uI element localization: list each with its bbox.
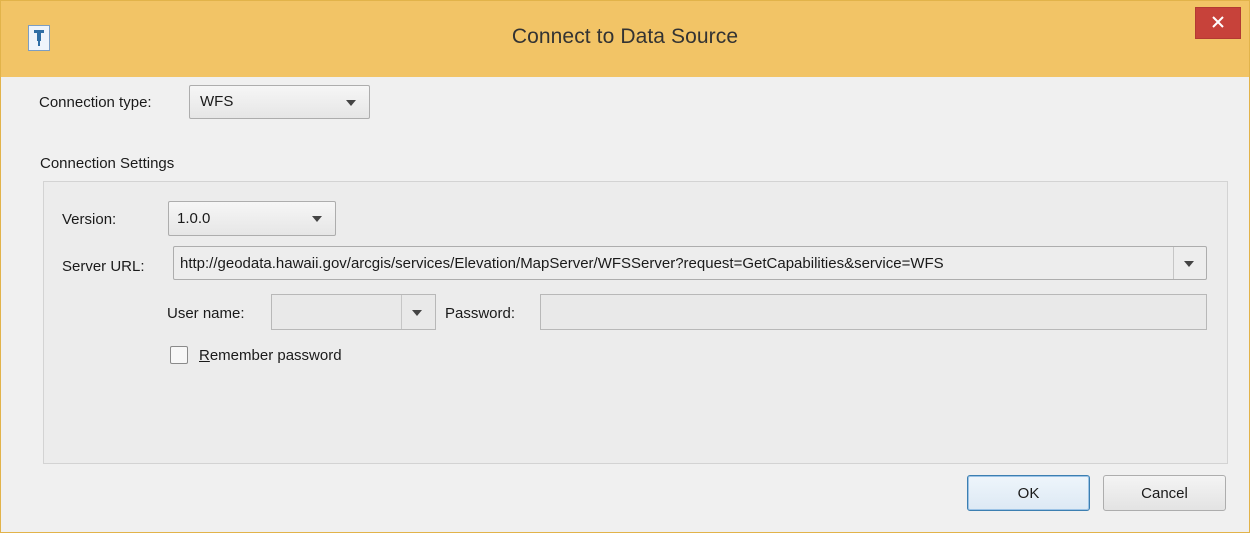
- password-field[interactable]: [540, 294, 1207, 330]
- connection-settings-group: Version: 1.0.0 Server URL: http://geodat…: [43, 181, 1228, 464]
- username-label: User name:: [167, 305, 245, 322]
- combo-divider: [1173, 247, 1174, 279]
- connection-settings-title: Connection Settings: [40, 155, 175, 172]
- dialog-window: Connect to Data Source Connection type: …: [0, 0, 1250, 533]
- dialog-title: Connect to Data Source: [511, 25, 739, 48]
- combo-divider: [401, 295, 402, 329]
- cancel-button-label: Cancel: [1141, 484, 1188, 502]
- remember-password-mnemonic: R: [199, 347, 210, 364]
- server-url-label: Server URL:: [62, 258, 145, 275]
- server-url-combobox[interactable]: http://geodata.hawaii.gov/arcgis/service…: [173, 246, 1207, 280]
- chevron-down-icon: [412, 310, 422, 316]
- version-label: Version:: [62, 211, 117, 228]
- remember-password-checkbox[interactable]: [170, 346, 188, 364]
- cancel-button[interactable]: Cancel: [1103, 475, 1226, 511]
- chevron-down-icon: [1184, 261, 1194, 267]
- chevron-down-icon: [312, 216, 322, 222]
- server-url-value: http://geodata.hawaii.gov/arcgis/service…: [180, 255, 944, 272]
- version-value: 1.0.0: [177, 210, 211, 227]
- close-button[interactable]: [1195, 7, 1241, 39]
- password-label: Password:: [445, 305, 516, 322]
- ok-button[interactable]: OK: [967, 475, 1090, 511]
- remember-password-label[interactable]: Remember password: [199, 347, 342, 364]
- connection-type-select[interactable]: WFS: [189, 85, 370, 119]
- title-bar[interactable]: Connect to Data Source: [1, 1, 1249, 77]
- connection-type-label: Connection type:: [39, 94, 152, 111]
- ok-button-label: OK: [1017, 484, 1040, 502]
- dialog-body: Connection type: WFS Connection Settings…: [10, 77, 1242, 528]
- version-select[interactable]: 1.0.0: [168, 201, 336, 236]
- remember-password-text: emember password: [209, 347, 342, 364]
- username-combobox[interactable]: [271, 294, 436, 330]
- chevron-down-icon: [346, 100, 356, 106]
- connection-type-value: WFS: [200, 93, 234, 110]
- close-icon: [1212, 15, 1224, 32]
